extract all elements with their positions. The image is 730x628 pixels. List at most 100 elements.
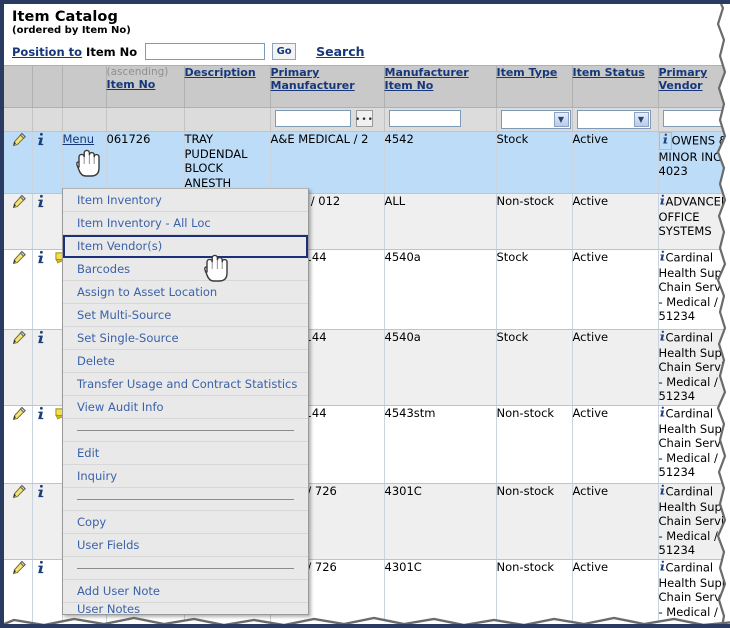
pencil-icon[interactable] <box>12 132 27 151</box>
info-icon[interactable] <box>659 250 666 266</box>
col-header-item-no[interactable]: Item No <box>107 78 156 91</box>
col-actions-1 <box>4 66 32 108</box>
row-info-cell[interactable] <box>32 250 62 330</box>
filter-item-type-cell: ▼ <box>496 108 572 132</box>
info-icon[interactable] <box>659 560 666 576</box>
row-info-cell[interactable] <box>32 406 62 484</box>
menu-item[interactable]: Inquiry <box>63 465 308 488</box>
window-frame-bottom <box>4 624 730 628</box>
info-icon[interactable] <box>37 250 45 269</box>
col-header-item-status[interactable]: Item Status <box>573 66 645 79</box>
table-filter-row: ••• ▼ ▼ <box>4 108 730 132</box>
cell-item-status: Active <box>572 406 658 484</box>
info-icon[interactable] <box>659 194 666 210</box>
cell-item-no: 061726 <box>106 132 184 194</box>
menu-item[interactable]: Add User Note <box>63 580 308 603</box>
row-info-cell[interactable] <box>32 132 62 194</box>
pencil-icon[interactable] <box>12 560 27 579</box>
menu-item[interactable]: Item Vendor(s) <box>63 235 308 258</box>
cell-item-type: Non-stock <box>496 406 572 484</box>
menu-item[interactable]: Set Single-Source <box>63 327 308 350</box>
menu-item[interactable]: User Fields <box>63 534 308 557</box>
menu-item[interactable]: Assign to Asset Location <box>63 281 308 304</box>
position-to-input[interactable] <box>145 43 265 60</box>
cell-description: TRAY PUDENDAL BLOCK ANESTH <box>184 132 270 194</box>
menu-item[interactable]: Edit <box>63 442 308 465</box>
menu-item[interactable]: Set Multi-Source <box>63 304 308 327</box>
filter-manufacturer-item-no-input[interactable] <box>389 110 461 127</box>
pencil-icon[interactable] <box>12 484 27 503</box>
row-info-cell[interactable] <box>32 484 62 560</box>
filter-item-type-select[interactable]: ▼ <box>501 110 571 129</box>
col-manufacturer-item-no: Manufacturer Item No <box>384 66 496 108</box>
menu-separator <box>63 488 308 511</box>
chevron-down-icon: ▼ <box>554 112 569 127</box>
row-edit-cell[interactable] <box>4 406 32 484</box>
col-menu <box>62 66 106 108</box>
ellipsis-lookup-icon[interactable]: ••• <box>356 110 373 127</box>
row-edit-cell[interactable] <box>4 330 32 406</box>
cell-manufacturer-item-no: 4540a <box>384 330 496 406</box>
menu-item[interactable]: Barcodes <box>63 258 308 281</box>
cell-item-status: Active <box>572 132 658 194</box>
menu-item[interactable]: Delete <box>63 350 308 373</box>
go-button[interactable]: Go <box>272 43 296 60</box>
chevron-down-icon: ▼ <box>634 112 649 127</box>
menu-item[interactable]: Copy <box>63 511 308 534</box>
position-to-label: Item No <box>86 45 137 59</box>
col-header-primary-manufacturer[interactable]: Primary Manufacturer <box>271 66 355 92</box>
row-edit-cell[interactable] <box>4 132 32 194</box>
pencil-icon[interactable] <box>12 330 27 349</box>
cell-manufacturer-item-no: 4540a <box>384 250 496 330</box>
info-icon[interactable] <box>37 330 45 349</box>
filter-item-status-select[interactable]: ▼ <box>577 110 651 129</box>
menu-separator <box>63 557 308 580</box>
info-icon[interactable] <box>659 406 666 422</box>
row-edit-cell[interactable] <box>4 250 32 330</box>
filter-primary-manufacturer-input[interactable] <box>275 110 351 127</box>
row-menu-cell[interactable]: Menu <box>62 132 106 194</box>
menu-item[interactable]: View Audit Info <box>63 396 308 419</box>
item-catalog-window: Item Catalog (ordered by Item No) Positi… <box>0 0 730 628</box>
col-item-status: Item Status <box>572 66 658 108</box>
cell-item-type: Stock <box>496 132 572 194</box>
row-edit-cell[interactable] <box>4 484 32 560</box>
menu-item[interactable]: Item Inventory <box>63 189 308 212</box>
row-menu-link[interactable]: Menu <box>63 132 95 146</box>
col-header-item-type[interactable]: Item Type <box>497 66 558 79</box>
cell-item-type: Stock <box>496 330 572 406</box>
filter-primary-manufacturer-cell: ••• <box>270 108 384 132</box>
col-header-manufacturer-item-no[interactable]: Manufacturer Item No <box>385 66 469 92</box>
col-header-primary-vendor[interactable]: Primary Vendor <box>659 66 708 92</box>
cell-item-status: Active <box>572 484 658 560</box>
row-edit-cell[interactable] <box>4 194 32 250</box>
row-info-cell[interactable] <box>32 330 62 406</box>
pencil-icon[interactable] <box>12 406 27 425</box>
info-icon[interactable] <box>37 194 45 213</box>
sort-indicator-item-no: (ascending) <box>107 66 184 78</box>
info-icon[interactable] <box>37 132 45 151</box>
pencil-icon[interactable] <box>12 250 27 269</box>
info-icon[interactable] <box>659 484 666 500</box>
cell-item-type: Non-stock <box>496 484 572 560</box>
row-context-menu[interactable]: Item InventoryItem Inventory - All LocIt… <box>62 188 309 615</box>
cell-manufacturer-item-no: ALL <box>384 194 496 250</box>
info-icon[interactable] <box>37 406 45 425</box>
pencil-icon[interactable] <box>12 194 27 213</box>
info-icon[interactable] <box>37 560 45 579</box>
position-to-link[interactable]: Position to <box>12 45 82 59</box>
col-header-description[interactable]: Description <box>185 66 256 79</box>
cell-manufacturer-item-no: 4543stm <box>384 406 496 484</box>
page-subtitle: (ordered by Item No) <box>12 25 730 37</box>
menu-item[interactable]: Item Inventory - All Loc <box>63 212 308 235</box>
table-row[interactable]: Menu061726TRAY PUDENDAL BLOCK ANESTHA&E … <box>4 132 730 194</box>
cell-item-status: Active <box>572 330 658 406</box>
cell-item-type: Stock <box>496 250 572 330</box>
menu-item[interactable]: Transfer Usage and Contract Statistics <box>63 373 308 396</box>
info-icon[interactable] <box>37 484 45 503</box>
search-link[interactable]: Search <box>316 44 364 59</box>
info-icon[interactable] <box>659 330 666 346</box>
info-icon[interactable] <box>659 132 672 150</box>
position-to-toolbar: Position to Item No Go Search <box>4 39 730 65</box>
row-info-cell[interactable] <box>32 194 62 250</box>
